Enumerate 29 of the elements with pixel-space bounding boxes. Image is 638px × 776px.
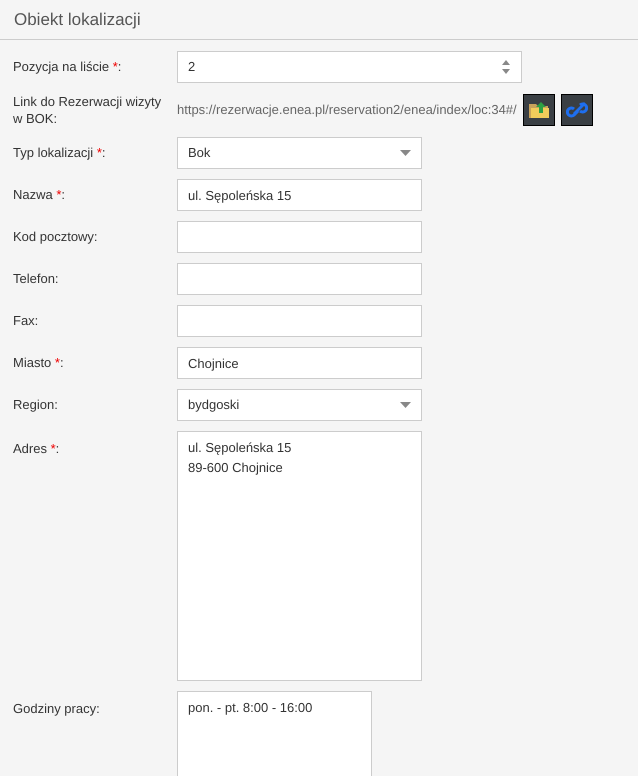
edit-link-button[interactable] bbox=[560, 94, 593, 126]
upload-folder-button[interactable] bbox=[522, 94, 555, 126]
field-label: Adres *: bbox=[13, 440, 60, 458]
field-label: Godziny pracy: bbox=[13, 700, 101, 718]
dropdown-caret-icon bbox=[400, 402, 411, 408]
spinner-icon[interactable] bbox=[501, 58, 511, 76]
field-label: Telefon: bbox=[13, 270, 60, 288]
link-pencil-icon bbox=[566, 100, 588, 120]
field-label: Kod pocztowy: bbox=[13, 228, 99, 246]
select-field[interactable]: Bok bbox=[177, 137, 422, 169]
text-field[interactable] bbox=[177, 221, 422, 253]
number-field[interactable]: 2 bbox=[177, 51, 522, 83]
field-label: Nazwa *: bbox=[13, 186, 66, 204]
hours-textarea[interactable]: pon. - pt. 8:00 - 16:00 bbox=[177, 691, 372, 776]
text-field[interactable] bbox=[177, 305, 422, 337]
field-label: Fax: bbox=[13, 312, 40, 330]
field-label: Miasto *: bbox=[13, 354, 65, 372]
field-label: Pozycja na liście *: bbox=[13, 58, 122, 76]
text-field[interactable]: Chojnice bbox=[177, 347, 422, 379]
field-label: Link do Rezerwacji wizyty w BOK: bbox=[13, 93, 162, 127]
dropdown-caret-icon bbox=[400, 150, 411, 156]
folder-upload-icon bbox=[528, 101, 550, 119]
select-field[interactable]: bydgoski bbox=[177, 389, 422, 421]
text-field[interactable] bbox=[177, 263, 422, 295]
section-title: Obiekt lokalizacji bbox=[14, 8, 141, 31]
address-textarea[interactable]: ul. Sępoleńska 15 89-600 Chojnice bbox=[177, 431, 422, 681]
field-label: Region: bbox=[13, 396, 59, 414]
field-label: Typ lokalizacji *: bbox=[13, 144, 106, 162]
text-field[interactable]: ul. Sępoleńska 15 bbox=[177, 179, 422, 211]
